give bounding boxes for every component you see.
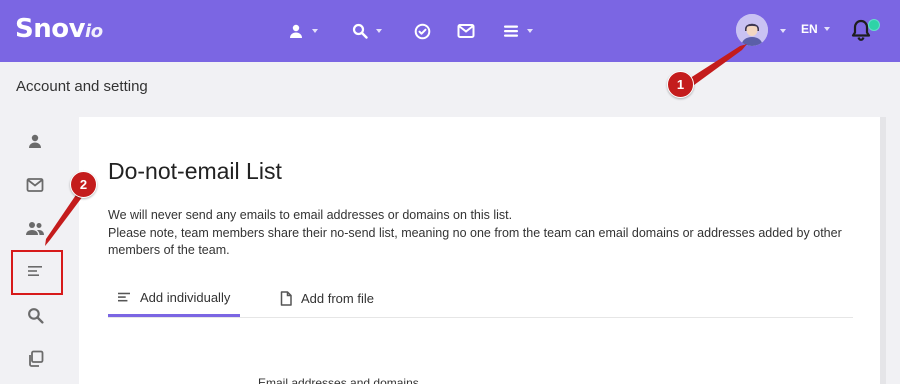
annotation-marker-1: 1 [667, 71, 694, 98]
annotation-marker-2: 2 [70, 171, 97, 198]
annotation-arrows [45, 44, 747, 246]
